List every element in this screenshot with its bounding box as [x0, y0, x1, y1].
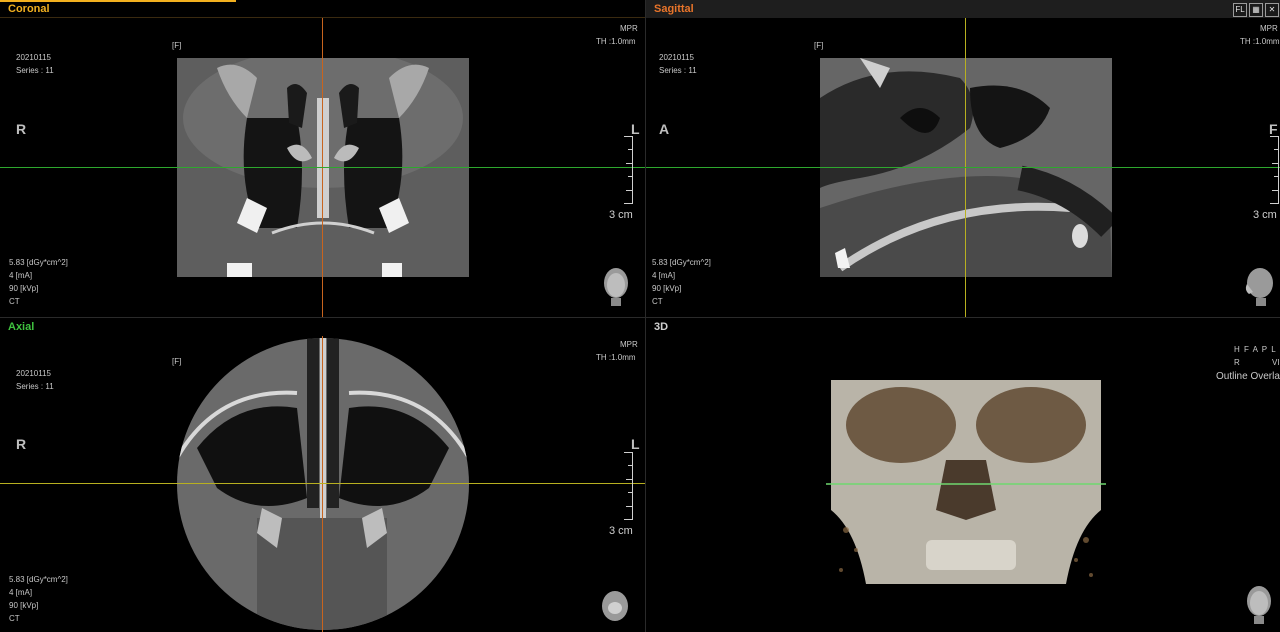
coronal-orient-right: L	[631, 121, 640, 137]
sagittal-scale-label: 3 cm	[1253, 209, 1277, 221]
viewport-divider-horizontal[interactable]	[0, 317, 1280, 318]
coronal-date: 20210115	[16, 53, 51, 62]
sagittal-dose: 5.83 [dGy*cm^2]	[652, 258, 711, 267]
sagittal-title[interactable]: Sagittal	[646, 0, 1280, 18]
fl-toggle-button[interactable]: FL	[1233, 3, 1247, 17]
coronal-orient-left: R	[16, 121, 27, 137]
head-orientation-front-icon[interactable]	[601, 266, 631, 308]
view3d-viewport[interactable]: 3D H F A P L R VI Outline Overla	[646, 318, 1280, 632]
head-orientation-top-icon[interactable]	[600, 584, 630, 626]
axial-crosshair-vertical[interactable]	[322, 336, 323, 632]
view3d-vr-label: VI	[1272, 358, 1280, 367]
sagittal-scale-bar	[1270, 136, 1279, 204]
axial-title[interactable]: Axial	[0, 318, 645, 336]
sagittal-flag: [F]	[814, 41, 824, 50]
head-orientation-3d-icon[interactable]	[1244, 584, 1274, 626]
coronal-mode: MPR	[620, 24, 638, 33]
axial-ma: 4 [mA]	[9, 588, 33, 597]
sagittal-kvp: 90 [kVp]	[652, 284, 682, 293]
axial-crosshair-horizontal[interactable]	[0, 483, 645, 484]
sagittal-series: Series : 11	[659, 66, 697, 75]
sagittal-ma: 4 [mA]	[652, 271, 676, 280]
axial-scan-image	[177, 338, 469, 630]
axial-series: Series : 11	[16, 382, 54, 391]
sagittal-orient-left: A	[659, 121, 670, 137]
coronal-scale-bar	[624, 136, 633, 204]
axial-mode: MPR	[620, 340, 638, 349]
sagittal-thickness: TH :1.0mm	[1240, 37, 1280, 46]
axial-thickness: TH :1.0mm	[596, 353, 636, 362]
sagittal-mode: MPR	[1260, 24, 1278, 33]
axial-scale-label: 3 cm	[609, 525, 633, 537]
coronal-kvp: 90 [kVp]	[9, 284, 39, 293]
coronal-ma: 4 [mA]	[9, 271, 33, 280]
axial-date: 20210115	[16, 369, 51, 378]
axial-orient-left: R	[16, 436, 27, 452]
view3d-overlay-label[interactable]: Outline Overla	[1216, 370, 1280, 383]
axial-kvp: 90 [kVp]	[9, 601, 39, 610]
sagittal-orient-right: F	[1269, 121, 1278, 137]
sagittal-viewport[interactable]: Sagittal FL ▦ ✕ [F] MPR TH :1.0mm 202101…	[646, 0, 1280, 317]
axial-dose: 5.83 [dGy*cm^2]	[9, 575, 68, 584]
coronal-flag: [F]	[172, 41, 182, 50]
coronal-viewport[interactable]: Coronal [F] MPR TH :1.0mm 20210115 Serie…	[0, 0, 645, 317]
close-view-button[interactable]: ✕	[1265, 3, 1279, 17]
axial-viewport[interactable]: Axial [F] MPR TH :1.0mm 20210115 Series …	[0, 318, 645, 632]
coronal-modality: CT	[9, 297, 20, 306]
coronal-series: Series : 11	[16, 66, 54, 75]
active-indicator	[0, 0, 236, 2]
axial-scale-bar	[624, 452, 633, 520]
axial-modality: CT	[9, 614, 20, 623]
sagittal-modality: CT	[652, 297, 663, 306]
viewport-divider-vertical[interactable]	[645, 0, 646, 632]
coronal-scale-label: 3 cm	[609, 209, 633, 221]
axial-orient-right: L	[631, 436, 640, 452]
sagittal-date: 20210115	[659, 53, 694, 62]
coronal-thickness: TH :1.0mm	[596, 37, 636, 46]
view3d-skull-render	[826, 380, 1106, 584]
view3d-title[interactable]: 3D	[646, 318, 1280, 336]
coronal-title[interactable]: Coronal	[0, 0, 645, 18]
coronal-crosshair-horizontal[interactable]	[0, 167, 645, 168]
coronal-dose: 5.83 [dGy*cm^2]	[9, 258, 68, 267]
layout-grid-button[interactable]: ▦	[1249, 3, 1263, 17]
sagittal-crosshair-horizontal[interactable]	[646, 167, 1280, 168]
head-orientation-side-icon[interactable]	[1244, 266, 1274, 308]
